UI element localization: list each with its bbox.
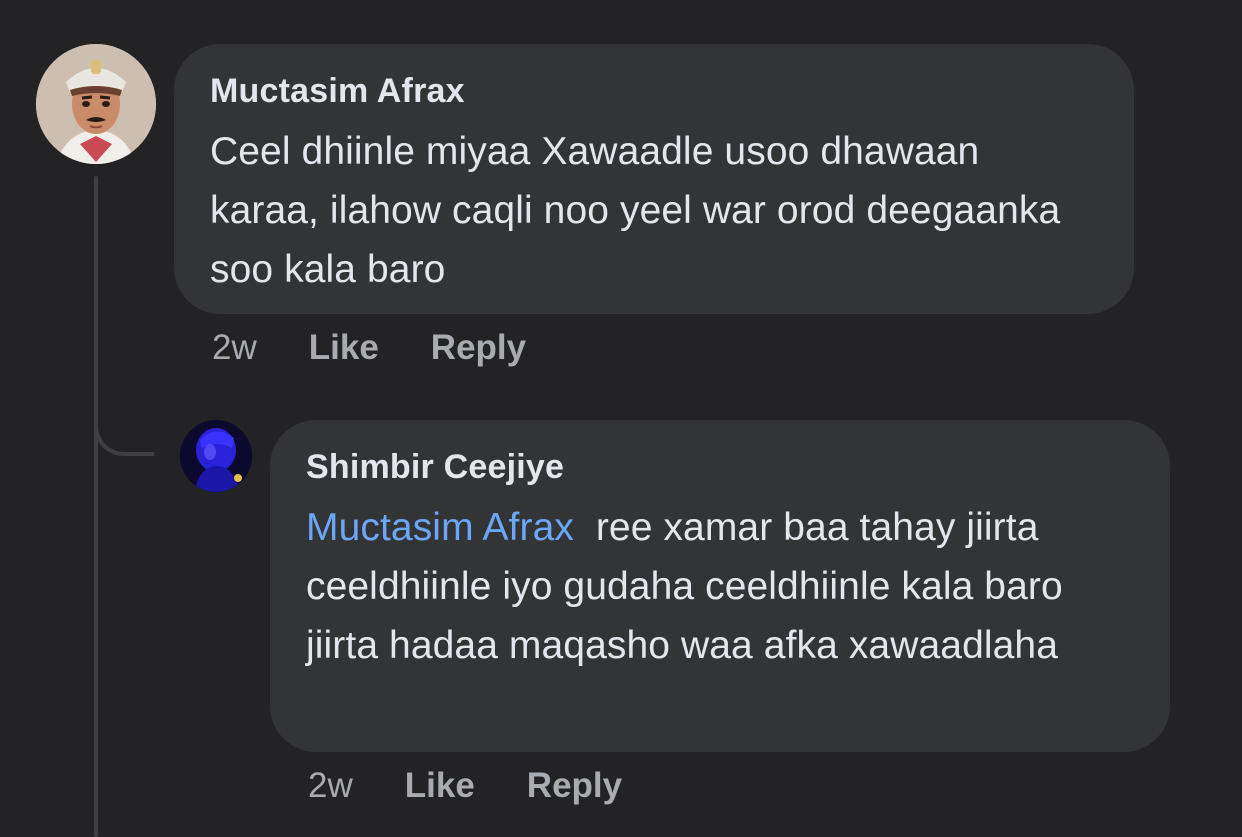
comment-timestamp[interactable]: 2w [212,328,257,368]
reply-author-name[interactable]: Shimbir Ceejiye [306,444,1134,490]
avatar-shimbir-ceejiye[interactable] [180,420,252,492]
reply-button[interactable]: Reply [431,328,526,368]
comment-bubble: Muctasim Afrax Ceel dhiinle miyaa Xawaad… [174,44,1134,314]
like-button[interactable]: Like [405,766,475,806]
mention-link[interactable]: Muctasim Afrax [306,506,574,549]
avatar-portrait-icon [36,44,156,164]
avatar-silhouette-icon [180,420,252,492]
comment-text: Ceel dhiinle miyaa Xawaadle usoo dhawaan… [210,130,1061,291]
comment-author-name[interactable]: Muctasim Afrax [210,68,1098,114]
reply-bubble: Shimbir Ceejiye Muctasim Afrax ree xamar… [270,420,1170,752]
reply-actions: 2w Like Reply [308,766,674,806]
like-button[interactable]: Like [309,328,379,368]
reply-text-container: Muctasim Afrax ree xamar baa tahay jiirt… [306,498,1134,675]
thread-branch-connector [94,400,154,456]
reply-timestamp[interactable]: 2w [308,766,353,806]
comment-actions: 2w Like Reply [212,328,578,368]
reply-button[interactable]: Reply [527,766,622,806]
thread-line [94,176,98,837]
avatar-muctasim-afrax[interactable] [36,44,156,164]
